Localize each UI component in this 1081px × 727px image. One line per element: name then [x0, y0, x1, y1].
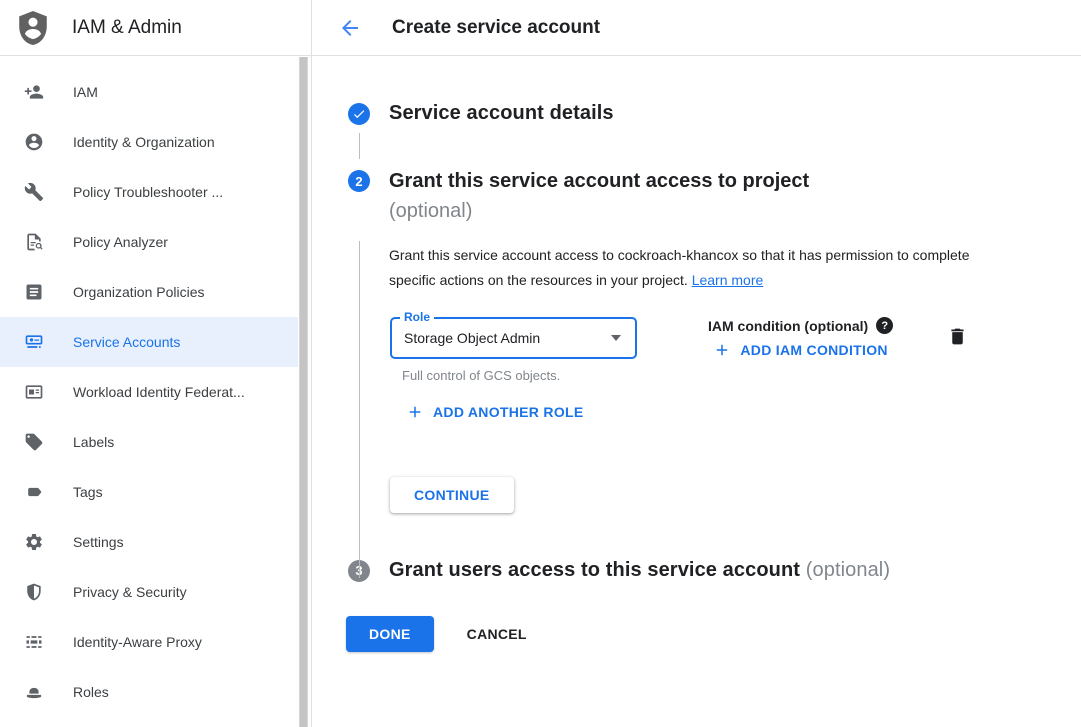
document-icon [24, 282, 44, 302]
shield-person-icon [16, 10, 50, 46]
step2-number-badge: 2 [348, 170, 370, 192]
iam-condition-label-row: IAM condition (optional) ? [708, 317, 893, 334]
done-button[interactable]: DONE [346, 616, 434, 652]
sidebar-header: IAM & Admin [0, 0, 311, 56]
stepper-content: Service account details 2 Grant this ser… [312, 56, 1081, 727]
app-window: IAM & Admin IAM Identity & Organization … [0, 0, 1081, 727]
sidebar-item-labels[interactable]: Labels [0, 417, 299, 467]
tag-arrow-icon [24, 482, 44, 502]
sidebar-item-identity-aware-proxy[interactable]: Identity-Aware Proxy [0, 617, 299, 667]
add-iam-condition-button[interactable]: ADD IAM CONDITION [713, 341, 887, 359]
sidebar-item-tags[interactable]: Tags [0, 467, 299, 517]
person-add-icon [24, 82, 44, 102]
step2-title: Grant this service account access to pro… [389, 166, 809, 226]
sidebar-scrollbar [298, 57, 311, 727]
proxy-grid-icon [24, 632, 44, 652]
add-another-role-button[interactable]: ADD ANOTHER ROLE [406, 403, 584, 421]
step2-title-text: Grant this service account access to pro… [389, 170, 809, 192]
add-another-role-label: ADD ANOTHER ROLE [433, 404, 584, 420]
sidebar-item-service-accounts[interactable]: Service Accounts [0, 317, 299, 367]
learn-more-link[interactable]: Learn more [692, 272, 764, 288]
step2-optional-text: (optional) [389, 196, 809, 226]
plus-icon [713, 341, 731, 359]
main-header: Create service account [312, 0, 1081, 56]
label-tag-icon [24, 432, 44, 452]
page-title: Create service account [392, 17, 600, 39]
role-select-value: Storage Object Admin [404, 330, 540, 346]
sidebar-item-identity-organization[interactable]: Identity & Organization [0, 117, 299, 167]
sidebar-item-iam[interactable]: IAM [0, 67, 299, 117]
caret-down-icon [611, 335, 621, 341]
sidebar-item-roles[interactable]: Roles [0, 667, 299, 717]
role-select[interactable]: Role Storage Object Admin [390, 317, 637, 359]
cancel-button[interactable]: CANCEL [467, 626, 527, 642]
sidebar-item-settings[interactable]: Settings [0, 517, 299, 567]
sidebar: IAM & Admin IAM Identity & Organization … [0, 0, 312, 727]
step3-title-text: Grant users access to this service accou… [389, 559, 800, 581]
sidebar-item-policy-analyzer[interactable]: Policy Analyzer [0, 217, 299, 267]
question-mark-icon[interactable]: ? [876, 317, 893, 334]
step1-title: Service account details [389, 102, 614, 125]
step2-description: Grant this service account access to coc… [389, 243, 981, 293]
step2-description-text: Grant this service account access to coc… [389, 247, 970, 288]
sidebar-item-policy-troubleshooter[interactable]: Policy Troubleshooter ... [0, 167, 299, 217]
hat-icon [24, 682, 44, 702]
role-row: Role Storage Object Admin Full control o… [390, 317, 1081, 383]
main-panel: Create service account Service account d… [312, 0, 1081, 727]
iam-condition-label: IAM condition (optional) [708, 318, 868, 334]
form-actions: DONE CANCEL [346, 616, 1081, 652]
gear-icon [24, 532, 44, 552]
wrench-icon [24, 182, 44, 202]
service-account-icon [24, 332, 44, 352]
iam-condition-column: IAM condition (optional) ? ADD IAM CONDI… [708, 317, 893, 359]
role-select-label: Role [400, 310, 434, 324]
plus-icon [406, 403, 424, 421]
step3-optional-text: (optional) [806, 559, 890, 581]
badge-card-icon [24, 382, 44, 402]
step1-header[interactable]: Service account details [348, 102, 1081, 125]
trash-icon[interactable] [947, 326, 968, 347]
sidebar-item-privacy-security[interactable]: Privacy & Security [0, 567, 299, 617]
role-helper-text: Full control of GCS objects. [390, 368, 637, 383]
sidebar-title: IAM & Admin [72, 17, 182, 39]
add-iam-condition-label: ADD IAM CONDITION [740, 342, 887, 358]
back-arrow-icon[interactable] [338, 16, 362, 40]
step3-header[interactable]: 3 Grant users access to this service acc… [348, 559, 1081, 582]
role-field-column: Role Storage Object Admin Full control o… [390, 317, 637, 383]
policy-analyzer-icon [24, 232, 44, 252]
sidebar-item-organization-policies[interactable]: Organization Policies [0, 267, 299, 317]
check-icon [348, 103, 370, 125]
sidebar-item-workload-identity-federat[interactable]: Workload Identity Federat... [0, 367, 299, 417]
sidebar-scrollbar-thumb[interactable] [299, 57, 308, 727]
continue-button[interactable]: CONTINUE [390, 477, 514, 513]
shield-half-icon [24, 582, 44, 602]
step3-title: Grant users access to this service accou… [389, 559, 890, 582]
account-circle-icon [24, 132, 44, 152]
step-connector-line [359, 241, 360, 578]
step-connector-line [359, 133, 360, 159]
sidebar-nav: IAM Identity & Organization Policy Troub… [0, 56, 311, 717]
step2-header[interactable]: 2 Grant this service account access to p… [348, 166, 1081, 226]
